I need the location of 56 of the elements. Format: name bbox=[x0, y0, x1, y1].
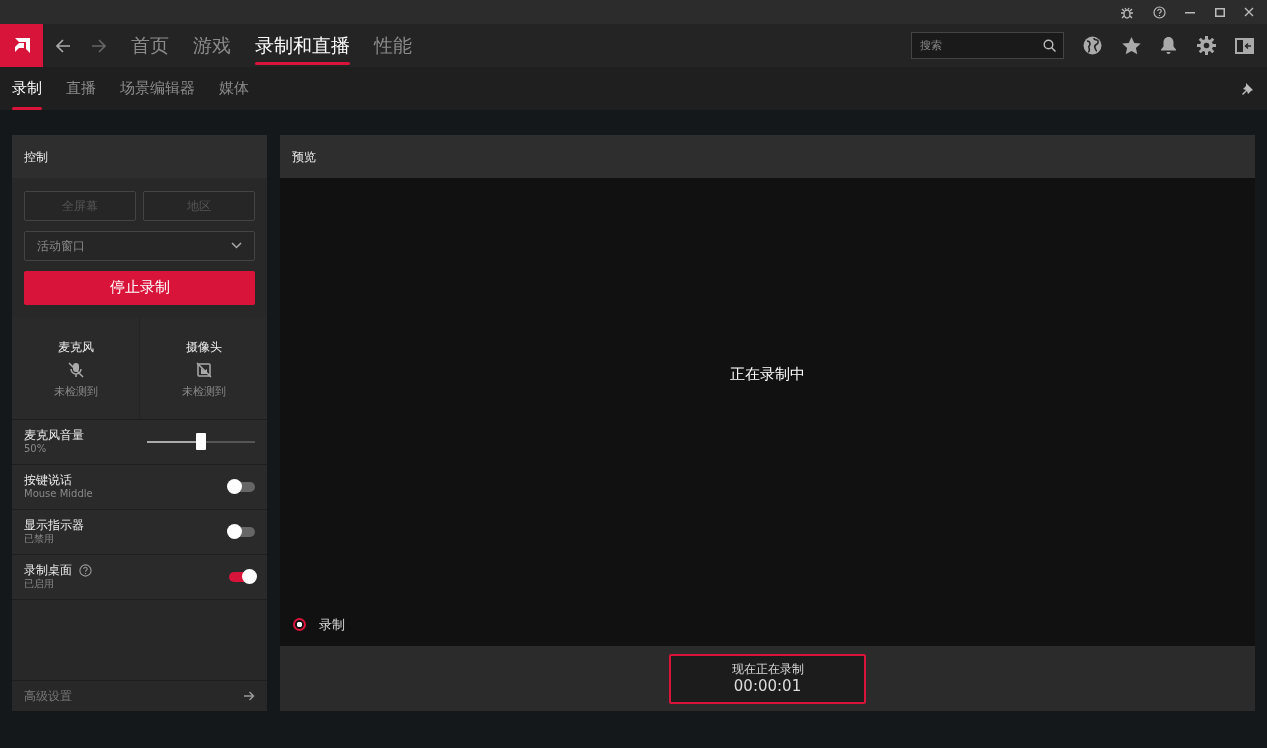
sub-tab[interactable]: 媒体 bbox=[207, 67, 261, 110]
setting-value: 50% bbox=[24, 442, 48, 455]
search-icon[interactable] bbox=[1043, 39, 1056, 52]
back-arrow-icon[interactable] bbox=[56, 38, 71, 53]
recording-message: 正在录制中 bbox=[730, 363, 805, 385]
search-input[interactable]: 搜索 bbox=[911, 33, 1022, 58]
setting-value: Mouse Middle bbox=[24, 487, 93, 500]
advanced-settings-link[interactable]: 高级设置 bbox=[24, 687, 72, 705]
radio-label: 录制 bbox=[319, 616, 345, 634]
device-status: 未检测到 bbox=[53, 384, 98, 399]
forward-arrow-icon[interactable] bbox=[90, 38, 106, 53]
nav-tab[interactable]: 录制和直播 bbox=[242, 24, 362, 67]
device-name: 麦克风 bbox=[57, 338, 94, 356]
bug-icon[interactable] bbox=[1121, 5, 1133, 19]
panel-title: 控制 bbox=[24, 148, 48, 166]
sidebar-panel-icon[interactable] bbox=[1235, 37, 1254, 54]
settings-icon[interactable] bbox=[1196, 36, 1216, 55]
setting-label: 显示指示器 bbox=[24, 518, 84, 533]
close-icon[interactable] bbox=[1244, 7, 1254, 17]
setting-label: 按键说话 bbox=[24, 473, 72, 488]
recording-timer: 00:00:01 bbox=[733, 676, 802, 695]
help-icon[interactable] bbox=[1152, 5, 1166, 19]
device-status: 未检测到 bbox=[181, 384, 226, 399]
bell-icon[interactable] bbox=[1160, 36, 1177, 55]
setting-value: 已启用 bbox=[24, 577, 55, 590]
sub-tab[interactable]: 直播 bbox=[54, 67, 108, 110]
stop-recording-button[interactable]: 停止录制 bbox=[24, 270, 255, 305]
setting-value: 已禁用 bbox=[24, 532, 55, 545]
panel-title: 预览 bbox=[292, 148, 316, 166]
setting-label: 录制桌面 bbox=[24, 563, 72, 578]
toggle-switch[interactable] bbox=[229, 571, 255, 582]
nav-tab[interactable]: 性能 bbox=[361, 24, 424, 67]
toggle-switch[interactable] bbox=[229, 526, 255, 537]
camera-off-icon bbox=[195, 362, 212, 379]
chevron-down-icon bbox=[231, 242, 242, 250]
star-icon[interactable] bbox=[1121, 36, 1141, 55]
maximize-icon[interactable] bbox=[1214, 7, 1225, 17]
radio-button[interactable] bbox=[293, 618, 306, 632]
muted-microphone-icon bbox=[67, 362, 84, 379]
status-label: 现在正在录制 bbox=[731, 662, 804, 677]
search-field[interactable]: 搜索 bbox=[910, 32, 1064, 59]
nav-tab[interactable]: 首页 bbox=[118, 24, 181, 67]
setting-label: 麦克风音量 bbox=[24, 428, 84, 443]
arrow-right-icon[interactable] bbox=[244, 691, 255, 701]
source-dropdown[interactable]: 活动窗口 bbox=[24, 230, 255, 261]
logo bbox=[0, 24, 43, 67]
toggle-switch[interactable] bbox=[229, 481, 255, 492]
nav-tab[interactable]: 游戏 bbox=[180, 24, 243, 67]
help-icon[interactable] bbox=[78, 564, 92, 577]
minimize-icon[interactable] bbox=[1185, 10, 1195, 14]
globe-icon[interactable] bbox=[1083, 36, 1102, 55]
sub-tab[interactable]: 录制 bbox=[0, 67, 54, 110]
device-name: 摄像头 bbox=[185, 338, 222, 356]
pin-icon[interactable] bbox=[1241, 82, 1254, 95]
slider-thumb[interactable] bbox=[196, 432, 206, 450]
sub-tab[interactable]: 场景编辑器 bbox=[108, 67, 207, 110]
